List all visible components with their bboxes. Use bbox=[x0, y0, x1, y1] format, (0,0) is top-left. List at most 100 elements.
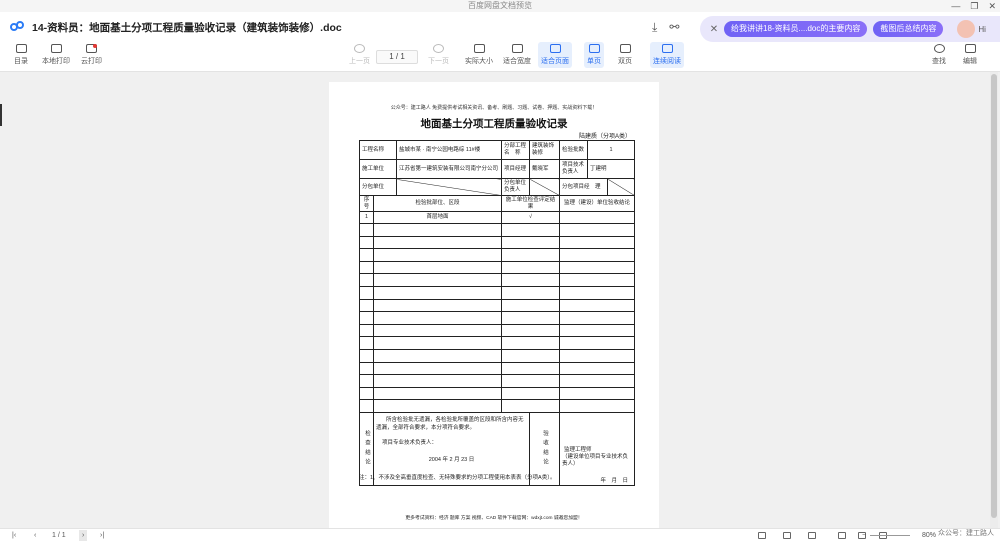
cell-value: 丁建明 bbox=[587, 159, 636, 179]
double-page-button[interactable]: 双页 bbox=[618, 44, 632, 66]
table-row bbox=[359, 374, 636, 388]
table-cell bbox=[359, 260, 374, 275]
table-cell bbox=[559, 386, 636, 401]
minimize-icon[interactable]: — bbox=[951, 0, 960, 12]
table-cell bbox=[372, 260, 503, 275]
table-cell bbox=[501, 260, 561, 275]
col-header: 序号 bbox=[359, 195, 374, 212]
first-page-icon[interactable]: |‹ bbox=[12, 530, 16, 541]
table-cell bbox=[559, 323, 636, 338]
watermark-text: 众公号：建工路人 bbox=[938, 530, 994, 537]
window-title-bar: 百度网盘文档预览 — ❐ ✕ bbox=[0, 0, 1000, 12]
zoom-out-icon[interactable]: − bbox=[862, 530, 866, 541]
table-cell bbox=[559, 223, 636, 237]
cell-value: 盐城市某 · 南宁公园电路综 11#楼 bbox=[396, 140, 503, 160]
table-cell bbox=[501, 399, 561, 413]
table-cell bbox=[372, 361, 503, 376]
table-cell bbox=[559, 260, 636, 275]
ai-screenshot-summary-button[interactable]: 截图后总结内容 bbox=[873, 21, 944, 37]
table-cell bbox=[359, 374, 374, 388]
continuous-read-button[interactable]: 连续阅读 bbox=[650, 42, 684, 68]
close-icon[interactable]: ✕ bbox=[704, 24, 724, 35]
cell-label: 分部工程名 称 bbox=[501, 140, 531, 160]
table-cell bbox=[359, 323, 374, 338]
table-cell bbox=[559, 374, 636, 388]
cell-empty bbox=[529, 178, 561, 196]
table-row bbox=[359, 235, 636, 250]
assistant-greeting: Hi bbox=[978, 24, 986, 34]
bottom-page-indicator[interactable]: 1 / 1 bbox=[52, 530, 66, 541]
single-view-icon[interactable] bbox=[758, 532, 766, 539]
prev-page-icon[interactable]: ‹ bbox=[34, 530, 36, 541]
table-cell bbox=[372, 223, 503, 237]
ai-assistant-bar: ✕ 给我讲讲18-资料员....doc的主要内容 截图后总结内容 Hi bbox=[700, 16, 1000, 42]
last-page-icon[interactable]: ›| bbox=[100, 530, 104, 541]
table-cell bbox=[372, 336, 503, 350]
toc-button[interactable]: 目录 bbox=[14, 44, 28, 66]
next-page-button[interactable]: 下一页 bbox=[428, 44, 449, 66]
col-header: 监理（建设）单位验收结论 bbox=[559, 195, 636, 212]
table-cell bbox=[559, 336, 636, 350]
search-button[interactable]: 查找 bbox=[932, 44, 946, 66]
table-row bbox=[359, 399, 636, 413]
window-title: 百度网盘文档预览 bbox=[468, 1, 532, 10]
share-icon[interactable]: ⚯ bbox=[669, 20, 679, 35]
fit-page-button[interactable]: 适合页面 bbox=[538, 42, 572, 68]
cell-value: 戴晓军 bbox=[529, 159, 561, 179]
actual-size-view-icon[interactable] bbox=[838, 532, 846, 539]
cell-label: 分包单位 bbox=[358, 178, 398, 196]
fit-page-icon bbox=[549, 44, 561, 53]
table-cell bbox=[501, 223, 561, 237]
actual-size-button[interactable]: 实际大小 bbox=[465, 44, 493, 66]
zoom-slider[interactable] bbox=[870, 535, 910, 536]
continuous-read-icon bbox=[661, 44, 673, 53]
table-cell bbox=[501, 311, 561, 325]
baidu-netdisk-logo-icon bbox=[10, 21, 26, 33]
document-title: 14-资料员：地面基土分项工程质量验收记录（建筑装饰装修）.doc bbox=[32, 21, 342, 34]
zoom-level[interactable]: 80% bbox=[922, 530, 936, 541]
table-cell bbox=[559, 285, 636, 300]
single-page-button[interactable]: 单页 bbox=[584, 42, 604, 68]
table-cell bbox=[559, 248, 636, 262]
cell-label: 项目技术负责人 bbox=[559, 159, 589, 179]
local-print-button[interactable]: 本地打印 bbox=[42, 44, 70, 66]
table-cell bbox=[372, 235, 503, 250]
table-cell bbox=[359, 248, 374, 262]
table-cell bbox=[359, 298, 374, 313]
document-footer: 更多考试资料：经济 题库 方案 视频、CAD 软件下载官网：wdxjt.com … bbox=[405, 516, 583, 521]
table-row bbox=[359, 348, 636, 363]
scroll-view-icon[interactable] bbox=[808, 532, 816, 539]
prev-page-button[interactable]: 上一页 bbox=[349, 44, 370, 66]
table-cell bbox=[501, 374, 561, 388]
ai-summarize-doc-button[interactable]: 给我讲讲18-资料员....doc的主要内容 bbox=[724, 21, 868, 37]
table-row bbox=[359, 260, 636, 275]
table-cell bbox=[559, 298, 636, 313]
toc-icon bbox=[15, 44, 27, 53]
page-indicator[interactable]: 1 / 1 bbox=[376, 50, 418, 64]
table-cell bbox=[359, 361, 374, 376]
cell-label: 工程名称 bbox=[358, 140, 398, 160]
table-cell bbox=[359, 311, 374, 325]
cell-empty bbox=[396, 178, 503, 196]
table-cell bbox=[372, 285, 503, 300]
vertical-scrollbar[interactable] bbox=[990, 72, 998, 528]
bottom-status-bar: |‹ ‹ 1 / 1 › ›| − 80% bbox=[0, 528, 1000, 541]
cell-label: 施工单位 bbox=[358, 159, 398, 179]
acceptance-conclusion-cell: 监理工程师 （建设单位项目专业技术负责人） 年 月 日 bbox=[559, 411, 636, 486]
restore-icon[interactable]: ❐ bbox=[970, 0, 978, 12]
form-code: 陆建质（分项A类） bbox=[578, 134, 631, 140]
scrollbar-thumb[interactable] bbox=[991, 74, 997, 518]
cell-label: 检验批数 bbox=[559, 140, 589, 160]
download-icon[interactable]: ⤓ bbox=[652, 20, 657, 35]
table-cell bbox=[559, 311, 636, 325]
sidebar-toggle-handle[interactable] bbox=[0, 104, 2, 126]
table-cell bbox=[359, 273, 374, 287]
double-view-icon[interactable] bbox=[783, 532, 791, 539]
close-window-icon[interactable]: ✕ bbox=[988, 0, 996, 12]
table-cell bbox=[372, 374, 503, 388]
edit-button[interactable]: 编辑 bbox=[963, 44, 977, 66]
cloud-print-button[interactable]: 云打印 bbox=[81, 44, 102, 66]
fit-width-button[interactable]: 适合宽度 bbox=[503, 44, 531, 66]
next-page-icon[interactable]: › bbox=[79, 530, 88, 541]
assistant-avatar[interactable] bbox=[957, 20, 976, 38]
